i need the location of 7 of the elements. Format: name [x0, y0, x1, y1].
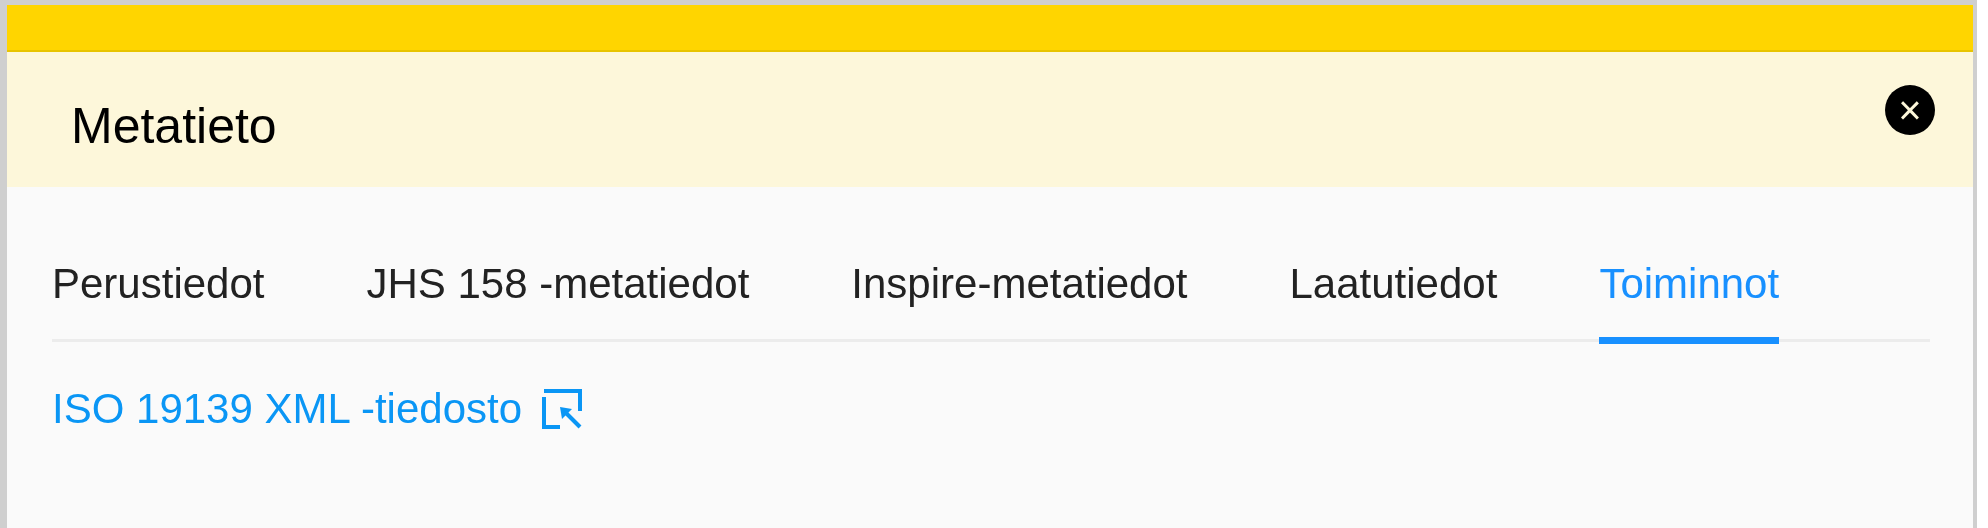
tab[interactable]: Laatutiedot — [1289, 259, 1498, 344]
dialog-title: Metatieto — [71, 96, 277, 151]
tab[interactable]: JHS 158 -metatiedot — [366, 259, 750, 344]
close-button[interactable]: × — [1885, 84, 1935, 135]
tab[interactable]: Perustiedot — [52, 259, 265, 344]
external-link-icon[interactable] — [542, 389, 583, 429]
tab[interactable]: Inspire-metatiedot — [851, 259, 1188, 344]
